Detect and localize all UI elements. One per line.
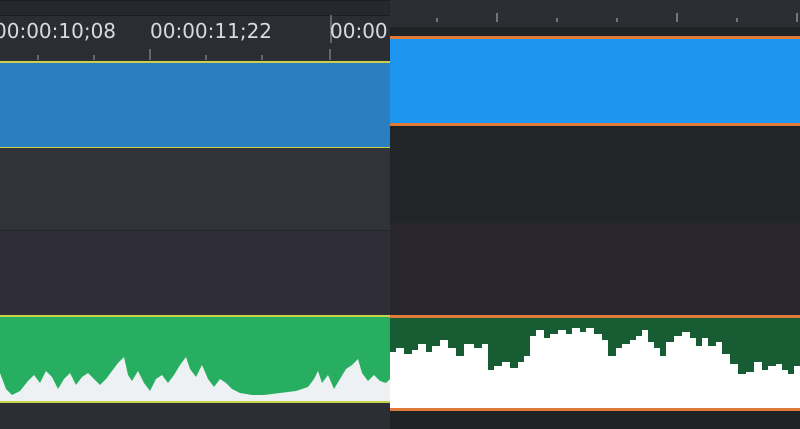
video-track	[390, 27, 800, 129]
audio-track	[390, 315, 800, 412]
video-clip[interactable]	[390, 36, 800, 126]
audio-waveform	[0, 357, 390, 401]
video-track-empty	[390, 129, 800, 223]
audio-track-empty	[0, 231, 390, 315]
audio-track-empty	[390, 223, 800, 315]
audio-clip[interactable]	[0, 315, 390, 403]
time-ruler[interactable]: 00:00:10;08 00:00:11;22 00:00:13;06	[0, 0, 390, 61]
track-footer	[390, 412, 800, 429]
audio-waveform	[390, 328, 800, 408]
ruler-timecode: 00:00:13;06	[330, 19, 390, 43]
ruler-timecode: 00:00:10;08	[0, 19, 117, 43]
ruler-ticks	[436, 13, 798, 22]
timeline-right	[390, 0, 800, 429]
video-track	[0, 60, 390, 149]
audio-track	[0, 315, 390, 403]
track-footer	[0, 403, 390, 429]
video-clip[interactable]	[0, 61, 390, 149]
ruler-timecode: 00:00:11;22	[150, 19, 273, 43]
audio-clip[interactable]	[390, 315, 800, 411]
timeline-left: 00:00:10;08 00:00:11;22 00:00:13;06	[0, 0, 390, 429]
time-ruler[interactable]	[390, 0, 800, 28]
video-track-empty	[0, 148, 390, 231]
